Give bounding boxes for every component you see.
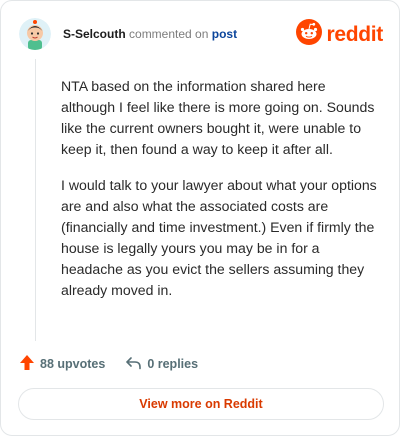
embedded-comment-card: S-Selcouth commented on post reddit NTA … [0, 0, 400, 436]
upvote-count: 88 upvotes [40, 357, 106, 371]
comment-paragraph: I would talk to your lawyer about what y… [61, 177, 377, 298]
comment-meta: S-Selcouth commented on post [63, 26, 237, 42]
user-avatar[interactable] [19, 18, 51, 50]
view-more-button[interactable]: View more on Reddit [18, 388, 384, 420]
upvote-stat[interactable]: 88 upvotes [19, 354, 105, 374]
reply-stat[interactable]: 0 replies [125, 356, 198, 373]
reply-count: 0 replies [147, 357, 199, 371]
comment-body: NTA based on the information shared here… [61, 76, 379, 316]
reddit-brand[interactable]: reddit [296, 19, 383, 50]
username[interactable]: S-Selcouth [63, 27, 126, 41]
comment-footer: 88 upvotes 0 replies [19, 353, 198, 375]
thread-line [35, 59, 36, 341]
comment-paragraph: NTA based on the information shared here… [61, 78, 375, 157]
comment-header: S-Selcouth commented on post reddit [19, 17, 383, 51]
reddit-wordmark: reddit [326, 22, 383, 46]
reddit-logo-icon [296, 19, 323, 50]
action-text: commented on [129, 27, 209, 41]
post-link[interactable]: post [212, 27, 237, 41]
reply-icon [125, 356, 147, 373]
upvote-arrow-icon [19, 354, 40, 374]
